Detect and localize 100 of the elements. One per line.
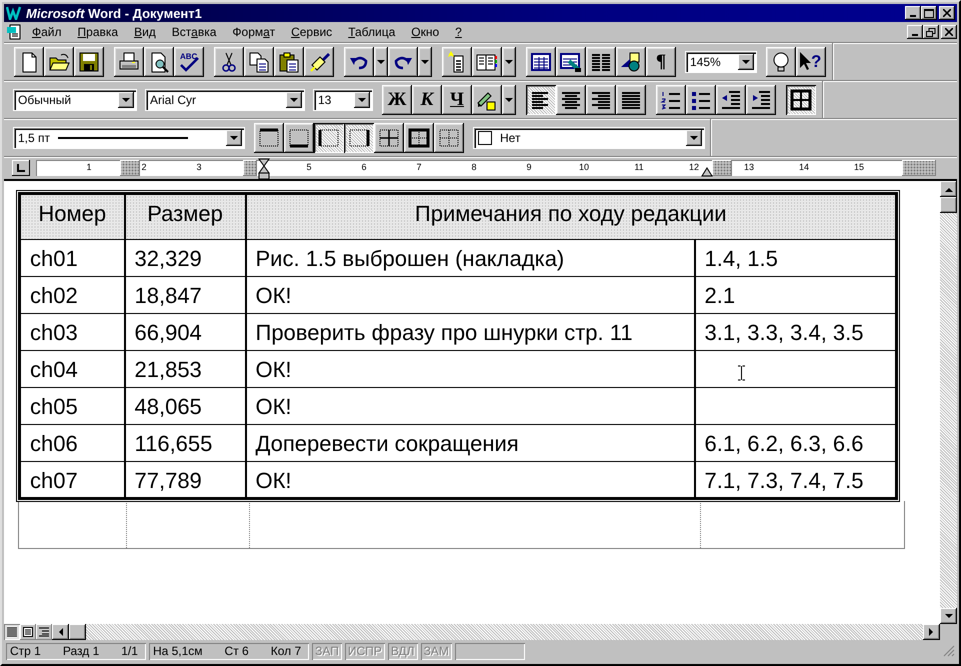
vertical-scrollbar[interactable]	[940, 181, 957, 624]
close-button[interactable]	[939, 6, 955, 20]
table-cell: ch06	[20, 424, 124, 462]
paste-button[interactable]	[274, 46, 304, 76]
redo-button[interactable]	[388, 46, 418, 76]
font-size-field[interactable]: 13	[314, 90, 372, 110]
alignment-button[interactable]	[586, 84, 616, 114]
column-marker[interactable]	[902, 160, 936, 176]
show-formatting-button[interactable]: ¶	[646, 46, 676, 76]
minimize-button[interactable]	[907, 25, 923, 39]
increase-indent-button[interactable]	[746, 84, 776, 114]
scroll-up-button[interactable]	[940, 181, 957, 197]
dropdown-arrow-button[interactable]	[226, 130, 242, 146]
insert-table-button[interactable]	[526, 46, 556, 76]
alignment-button[interactable]	[526, 84, 556, 114]
page-layout-button[interactable]	[20, 624, 36, 640]
font-field[interactable]: Arial Cyr	[146, 90, 304, 110]
close-button[interactable]	[941, 25, 957, 39]
menu-item[interactable]: ?	[447, 23, 470, 41]
format-painter-button[interactable]	[304, 46, 334, 76]
border-button[interactable]	[254, 122, 284, 152]
caret-icon	[504, 96, 514, 102]
alignment-button[interactable]	[616, 84, 646, 114]
menu-item[interactable]: Формат	[224, 23, 284, 41]
column-marker[interactable]	[120, 160, 140, 176]
menu-item[interactable]: Файл	[24, 23, 70, 41]
shading-field[interactable]: Нет	[474, 128, 704, 148]
menu-item[interactable]: Таблица	[340, 23, 404, 41]
line-weight-value: 1,5 пт	[18, 130, 50, 144]
italic-button[interactable]: К	[412, 84, 442, 114]
copy-button[interactable]	[244, 46, 274, 76]
indent-marker[interactable]	[258, 158, 270, 180]
save-button[interactable]	[74, 46, 104, 76]
bottom-border-icon	[288, 126, 310, 148]
tables-borders-button[interactable]	[786, 84, 816, 114]
status-panel	[454, 642, 525, 660]
status-indicator: ЗАП	[312, 642, 342, 660]
web-toolbar-button[interactable]	[472, 46, 502, 76]
dropdown-arrow-button[interactable]	[502, 46, 516, 76]
print-preview-button[interactable]	[144, 46, 174, 76]
cut-button[interactable]	[214, 46, 244, 76]
zoom-field[interactable]: 145%	[686, 52, 756, 72]
left-arrow-icon	[58, 628, 63, 636]
normal-view-button[interactable]	[4, 624, 20, 640]
print-button[interactable]	[114, 46, 144, 76]
undo-button[interactable]	[344, 46, 374, 76]
dropdown-arrow-button[interactable]	[354, 92, 370, 108]
menu-item[interactable]: Вставка	[164, 23, 224, 41]
horizontal-scrollbar[interactable]	[4, 624, 957, 640]
scroll-right-button[interactable]	[923, 624, 940, 640]
menu-item[interactable]: Сервис	[283, 23, 340, 41]
menu-item[interactable]: Вид	[126, 23, 164, 41]
highlight-button[interactable]	[472, 84, 502, 114]
border-button[interactable]	[314, 122, 344, 152]
dropdown-arrow-button[interactable]	[118, 92, 134, 108]
columns-button[interactable]	[586, 46, 616, 76]
maximize-button[interactable]	[921, 6, 937, 20]
scroll-thumb[interactable]	[940, 197, 957, 213]
open-button[interactable]	[44, 46, 74, 76]
table-grid-icon	[790, 88, 812, 110]
bold-button[interactable]: Ж	[382, 84, 412, 114]
bullets-button[interactable]	[686, 84, 716, 114]
tab-stop-button[interactable]	[12, 160, 30, 176]
new-button[interactable]	[14, 46, 44, 76]
caret-icon	[229, 134, 239, 140]
border-button[interactable]	[374, 122, 404, 152]
border-button[interactable]	[344, 122, 374, 152]
maximize-icon	[924, 8, 934, 18]
right-indent-marker[interactable]	[701, 167, 713, 177]
ruler-number: 13	[744, 162, 754, 172]
drawing-button[interactable]	[616, 46, 646, 76]
alignment-button[interactable]	[556, 84, 586, 114]
decrease-indent-button[interactable]	[716, 84, 746, 114]
style-field[interactable]: Обычный	[14, 90, 136, 110]
restore-button[interactable]	[923, 25, 939, 39]
scroll-left-button[interactable]	[52, 624, 69, 640]
minimize-button[interactable]	[905, 6, 921, 20]
menu-item[interactable]: Окно	[403, 23, 448, 41]
scroll-thumb[interactable]	[69, 624, 86, 640]
dropdown-arrow-button[interactable]	[686, 130, 702, 146]
table-cell: 116,655	[124, 424, 246, 462]
border-button[interactable]	[284, 122, 314, 152]
dropdown-arrow-button[interactable]	[738, 54, 754, 70]
border-button[interactable]	[434, 122, 464, 152]
dropdown-arrow-button[interactable]	[374, 46, 388, 76]
underline-button[interactable]: Ч	[442, 84, 472, 114]
dropdown-arrow-button[interactable]	[502, 84, 516, 114]
dropdown-arrow-button[interactable]	[418, 46, 432, 76]
column-marker[interactable]	[243, 160, 257, 176]
line-weight-field[interactable]: 1,5 пт	[14, 128, 244, 148]
menu-item[interactable]: Правка	[70, 23, 126, 41]
autotext-button[interactable]	[442, 46, 472, 76]
border-button[interactable]	[404, 122, 434, 152]
insert-spreadsheet-button[interactable]	[556, 46, 586, 76]
numbering-button[interactable]	[656, 84, 686, 114]
ruler-number: 3	[196, 162, 202, 172]
scroll-down-button[interactable]	[940, 608, 957, 624]
tip-button[interactable]	[766, 46, 796, 76]
dropdown-arrow-button[interactable]	[286, 92, 302, 108]
outline-view-button[interactable]	[36, 624, 52, 640]
